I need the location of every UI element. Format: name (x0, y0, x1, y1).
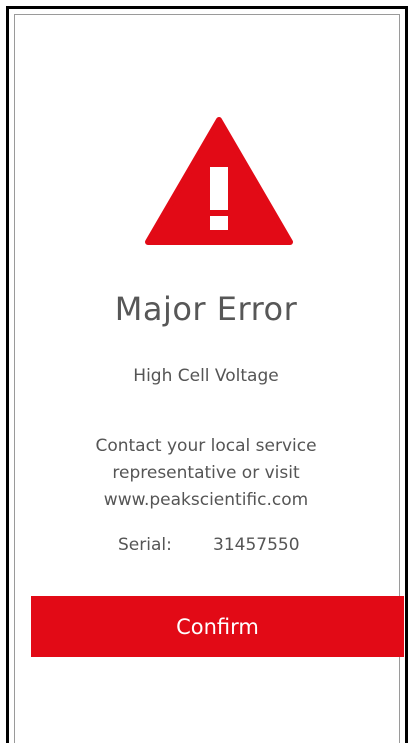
contact-website: www.peakscientific.com (103, 490, 309, 510)
error-subtitle: High Cell Voltage (133, 366, 279, 386)
warning-triangle-icon (145, 117, 293, 245)
confirm-button[interactable]: Confirm (31, 596, 404, 657)
serial-number: 31457550 (213, 535, 300, 555)
serial-label: Serial: (118, 535, 172, 555)
contact-line: Contact your local service (95, 436, 317, 456)
contact-line: representative or visit (112, 463, 300, 483)
contact-info: Contact your local service representativ… (0, 433, 412, 514)
error-title: Major Error (114, 290, 298, 328)
